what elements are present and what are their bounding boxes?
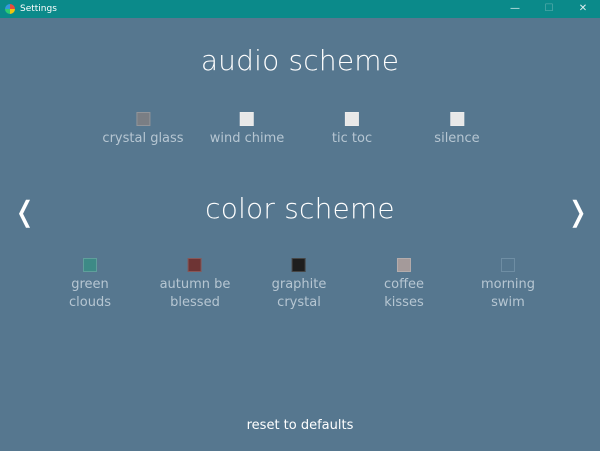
close-button[interactable]: ✕	[566, 0, 600, 18]
color-option-label-line1: green	[71, 277, 109, 292]
audio-swatch	[240, 112, 254, 126]
audio-swatch	[345, 112, 359, 126]
maximize-button[interactable]: ☐	[532, 0, 566, 18]
color-option-label-line2: clouds	[69, 295, 111, 310]
window-title: Settings	[20, 4, 57, 14]
audio-option-label: tic toc	[331, 131, 373, 146]
audio-option-crystal-glass[interactable]: crystal glass	[102, 112, 184, 148]
color-option-autumn-be-blessed[interactable]: autumn be blessed	[159, 258, 231, 312]
color-scheme-title: color scheme	[205, 192, 395, 225]
audio-option-wind-chime[interactable]: wind chime	[209, 112, 285, 148]
color-option-label-line2: swim	[491, 295, 525, 310]
audio-option-silence[interactable]: silence	[434, 112, 480, 148]
audio-option-label: crystal glass	[102, 131, 184, 146]
minimize-button[interactable]: —	[498, 0, 532, 18]
color-option-label-line2: blessed	[170, 295, 220, 310]
color-option-morning-swim[interactable]: morning swim	[481, 258, 535, 312]
next-arrow-icon[interactable]: ❭	[566, 196, 589, 228]
audio-option-label: wind chime	[209, 131, 285, 146]
color-swatch	[397, 258, 411, 272]
audio-option-tic-toc[interactable]: tic toc	[332, 112, 372, 148]
color-swatch	[187, 258, 202, 272]
audio-swatch	[136, 112, 150, 126]
reset-to-defaults-button[interactable]: reset to defaults	[0, 418, 600, 433]
color-option-label-line2: kisses	[384, 295, 424, 310]
color-option-label-line2: crystal	[277, 295, 321, 310]
audio-option-label: silence	[434, 131, 480, 146]
color-option-label-line1: graphite	[271, 277, 327, 292]
color-option-label-line1: autumn be	[159, 277, 231, 292]
color-swatch	[82, 258, 97, 272]
audio-swatch	[449, 112, 464, 126]
color-option-graphite-crystal[interactable]: graphite crystal	[271, 258, 327, 312]
color-swatch	[291, 258, 306, 272]
window-controls: — ☐ ✕	[498, 0, 600, 18]
color-swatch	[500, 258, 515, 272]
app-icon	[5, 4, 15, 14]
audio-scheme-title: audio scheme	[200, 44, 400, 77]
color-option-green-clouds[interactable]: green clouds	[69, 258, 111, 312]
title-bar: Settings — ☐ ✕	[0, 0, 600, 18]
color-option-label-line1: coffee	[383, 277, 425, 292]
color-option-label-line1: morning	[480, 277, 536, 292]
color-option-coffee-kisses[interactable]: coffee kisses	[384, 258, 424, 312]
